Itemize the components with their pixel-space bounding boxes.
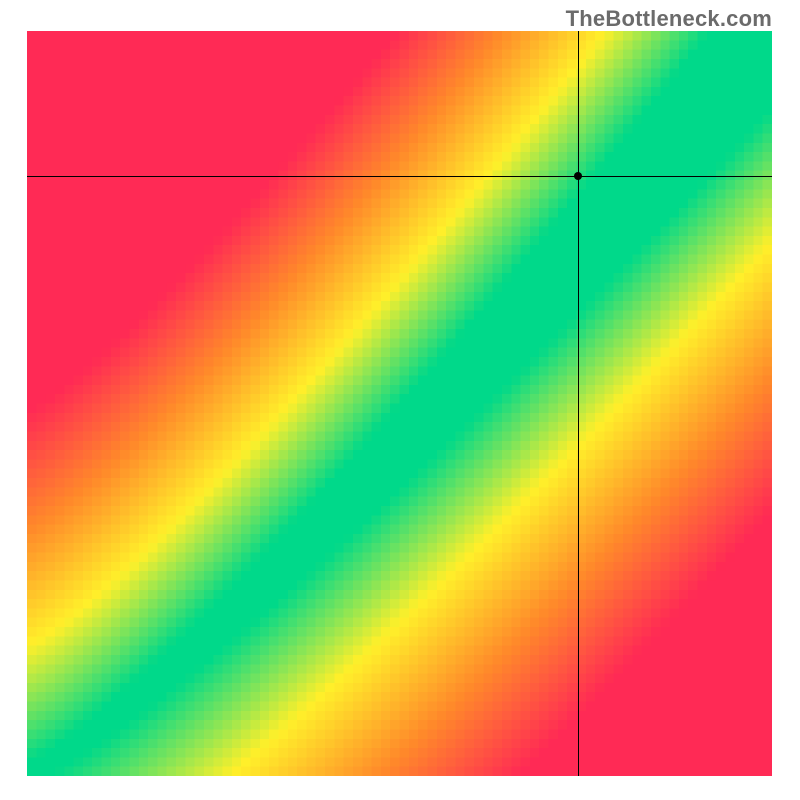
watermark-text: TheBottleneck.com xyxy=(566,6,772,32)
bottleneck-heatmap xyxy=(27,31,772,776)
chart-container: TheBottleneck.com xyxy=(0,0,800,800)
plot-area xyxy=(27,31,772,776)
